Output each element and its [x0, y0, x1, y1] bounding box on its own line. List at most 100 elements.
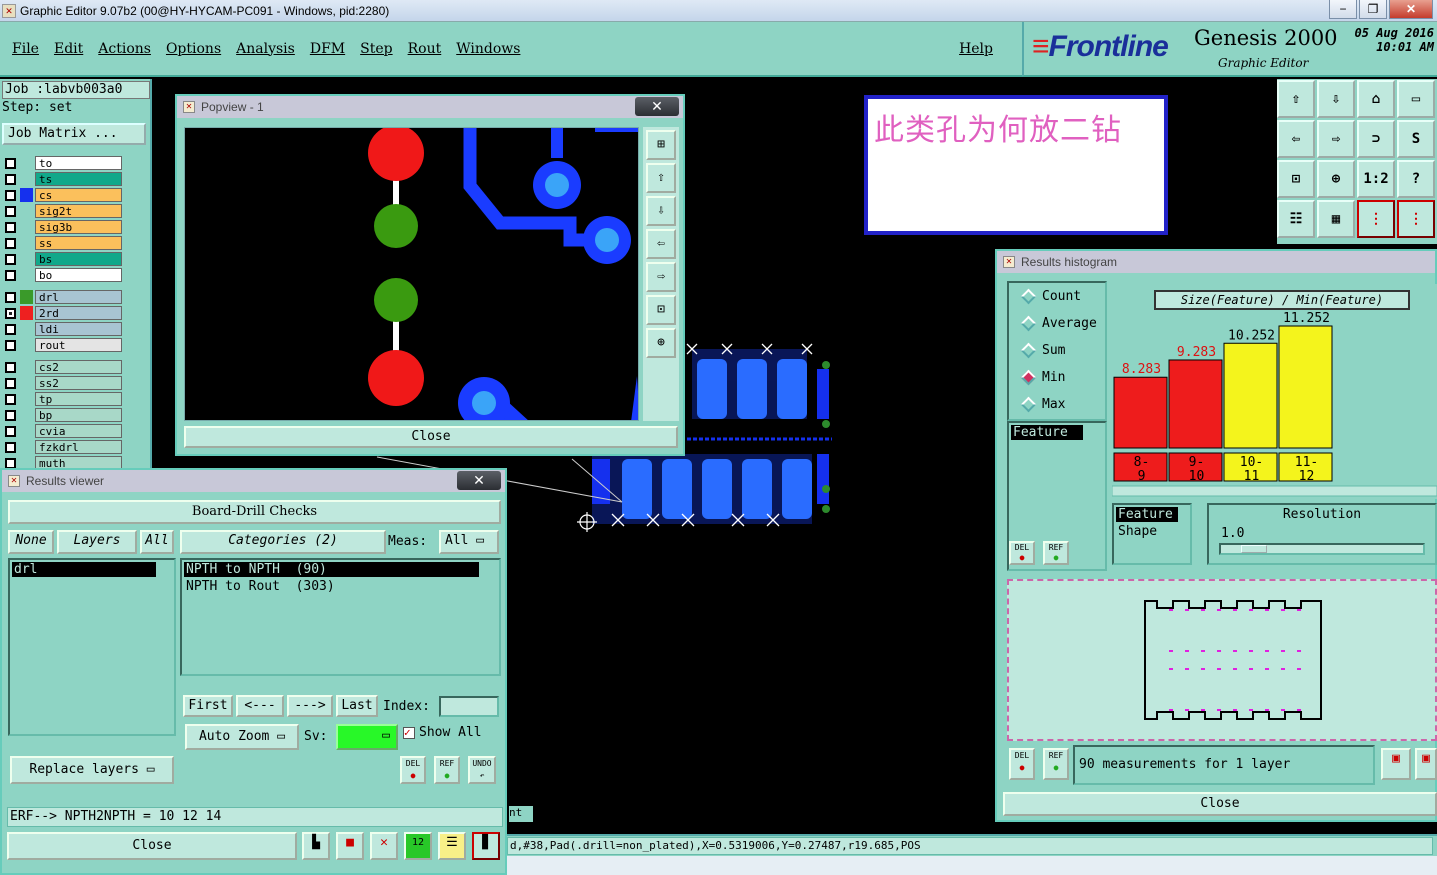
layer-checkbox[interactable]: [5, 323, 16, 335]
layer-checkbox[interactable]: [5, 457, 16, 469]
layer-row[interactable]: cvia: [2, 423, 122, 439]
layer-color-swatch[interactable]: [20, 156, 33, 170]
count-radio[interactable]: Count: [1020, 288, 1081, 305]
menu-analysis[interactable]: Analysis: [236, 41, 295, 57]
layer-checkbox[interactable]: [5, 253, 16, 265]
zoom-fit-icon[interactable]: ⊡: [646, 295, 676, 325]
layer-color-swatch[interactable]: [20, 204, 33, 218]
page-down-icon[interactable]: ⇩: [646, 196, 676, 226]
layer-name[interactable]: rout: [35, 338, 122, 352]
undo-icon[interactable]: UNDO ↶: [468, 756, 496, 784]
resolution-slider[interactable]: [1219, 543, 1425, 555]
layer-checkbox[interactable]: [5, 189, 16, 201]
job-matrix-button[interactable]: Job Matrix ...: [2, 123, 146, 145]
layer-row[interactable]: to: [2, 155, 122, 171]
layer-color-swatch[interactable]: [20, 424, 33, 438]
layer-row[interactable]: ldi: [2, 321, 122, 337]
layer-name[interactable]: drl: [35, 290, 122, 304]
layer-row[interactable]: tp: [2, 391, 122, 407]
list-item[interactable]: drl: [12, 562, 156, 577]
list-item[interactable]: NPTH to NPTH (90): [184, 562, 479, 577]
none-button[interactable]: None: [8, 530, 54, 554]
results-close-button[interactable]: Close: [7, 832, 297, 860]
layer-name[interactable]: fzkdrl: [35, 440, 122, 454]
page-left-icon[interactable]: ⇦: [646, 229, 676, 259]
report-icon[interactable]: ☰: [438, 832, 466, 860]
popview-canvas[interactable]: [184, 127, 639, 421]
popview-close-button[interactable]: Close: [184, 426, 678, 448]
layer-color-swatch[interactable]: [20, 338, 33, 352]
all-button[interactable]: All: [140, 530, 174, 554]
list-item[interactable]: Shape: [1116, 524, 1188, 539]
layer-name[interactable]: 2rd: [35, 306, 122, 320]
layer-color-swatch[interactable]: [20, 188, 33, 202]
layer-name[interactable]: ss: [35, 236, 122, 250]
menu-options[interactable]: Options: [166, 41, 221, 57]
layer-name[interactable]: cs2: [35, 360, 122, 374]
grid-icon[interactable]: ▦: [1317, 200, 1355, 238]
layers-button[interactable]: Layers: [57, 530, 137, 554]
close-window-button[interactable]: ✕: [1389, 0, 1433, 19]
menu-step[interactable]: Step: [360, 41, 392, 57]
reference-icon[interactable]: REF ●: [1043, 541, 1069, 565]
delete-icon[interactable]: DEL ●: [400, 756, 426, 784]
record-icon[interactable]: ■: [336, 832, 364, 860]
layer-row[interactable]: bs: [2, 251, 122, 267]
show-all-checkbox[interactable]: ✓ Show All: [403, 725, 482, 740]
index-input[interactable]: [439, 696, 499, 717]
layer-checkbox[interactable]: [5, 339, 16, 351]
layer-color-swatch[interactable]: [20, 322, 33, 336]
categories-button[interactable]: Categories (2): [180, 530, 386, 554]
layer-name[interactable]: cvia: [35, 424, 122, 438]
zoom-fit-icon[interactable]: ⊡: [1277, 160, 1315, 198]
layer-color-swatch[interactable]: [20, 220, 33, 234]
layer-down-icon[interactable]: ⇩: [1317, 80, 1355, 118]
pan-left-icon[interactable]: ⇦: [1277, 120, 1315, 158]
layer-color-swatch[interactable]: [20, 268, 33, 282]
layer-name[interactable]: tp: [35, 392, 122, 406]
layer-row[interactable]: ts: [2, 171, 122, 187]
layer-row[interactable]: drl: [2, 289, 122, 305]
sum-radio[interactable]: Sum: [1020, 342, 1065, 359]
layer-up-icon[interactable]: ⇧: [1277, 80, 1315, 118]
layer-color-swatch[interactable]: [20, 306, 33, 320]
layer-color-swatch[interactable]: [20, 440, 33, 454]
next-button[interactable]: --->: [287, 695, 333, 717]
last-button[interactable]: Last: [336, 695, 378, 717]
layer-name[interactable]: to: [35, 156, 122, 170]
layer-row[interactable]: bo: [2, 267, 122, 283]
average-radio[interactable]: Average: [1020, 315, 1097, 332]
menu-help[interactable]: Help: [959, 41, 993, 57]
ref-remove-icon[interactable]: ✕: [370, 832, 398, 860]
layer-checkbox[interactable]: [5, 291, 16, 303]
layer-checkbox[interactable]: [5, 393, 16, 405]
layer-color-swatch[interactable]: [20, 252, 33, 266]
layer-checkbox[interactable]: [5, 269, 16, 281]
layer-checkbox[interactable]: [5, 441, 16, 453]
layer-color-swatch[interactable]: [20, 408, 33, 422]
layer-color-swatch[interactable]: [20, 392, 33, 406]
layer-checkbox[interactable]: [5, 361, 16, 373]
home-icon[interactable]: ⌂: [1357, 80, 1395, 118]
delete-icon[interactable]: DEL ●: [1009, 748, 1035, 780]
min-radio[interactable]: Min: [1020, 369, 1065, 386]
index-icon[interactable]: 12: [404, 832, 432, 860]
export-icon[interactable]: ▣: [1381, 748, 1411, 780]
layer-name[interactable]: sig2t: [35, 204, 122, 218]
settings-icon[interactable]: ☷: [1277, 200, 1315, 238]
mirror-icon[interactable]: ⊃: [1357, 120, 1395, 158]
layer-row[interactable]: ss: [2, 235, 122, 251]
reference-icon[interactable]: REF ●: [434, 756, 460, 784]
layer-color-swatch[interactable]: [20, 236, 33, 250]
export2-icon[interactable]: ▣: [1415, 748, 1437, 780]
menu-windows[interactable]: Windows: [456, 41, 520, 57]
layer-checkbox[interactable]: [5, 377, 16, 389]
zoom-in-icon[interactable]: ⊞: [646, 130, 676, 160]
replace-layers-select[interactable]: Replace layers ▭: [10, 756, 174, 784]
sv-select[interactable]: ▭: [336, 724, 398, 750]
prev-button[interactable]: <---: [236, 695, 284, 717]
max-radio[interactable]: Max: [1020, 396, 1065, 413]
minimize-button[interactable]: −: [1329, 0, 1357, 19]
meas-select[interactable]: All ▭: [439, 530, 499, 554]
histogram-close-button[interactable]: Close: [1003, 792, 1437, 816]
